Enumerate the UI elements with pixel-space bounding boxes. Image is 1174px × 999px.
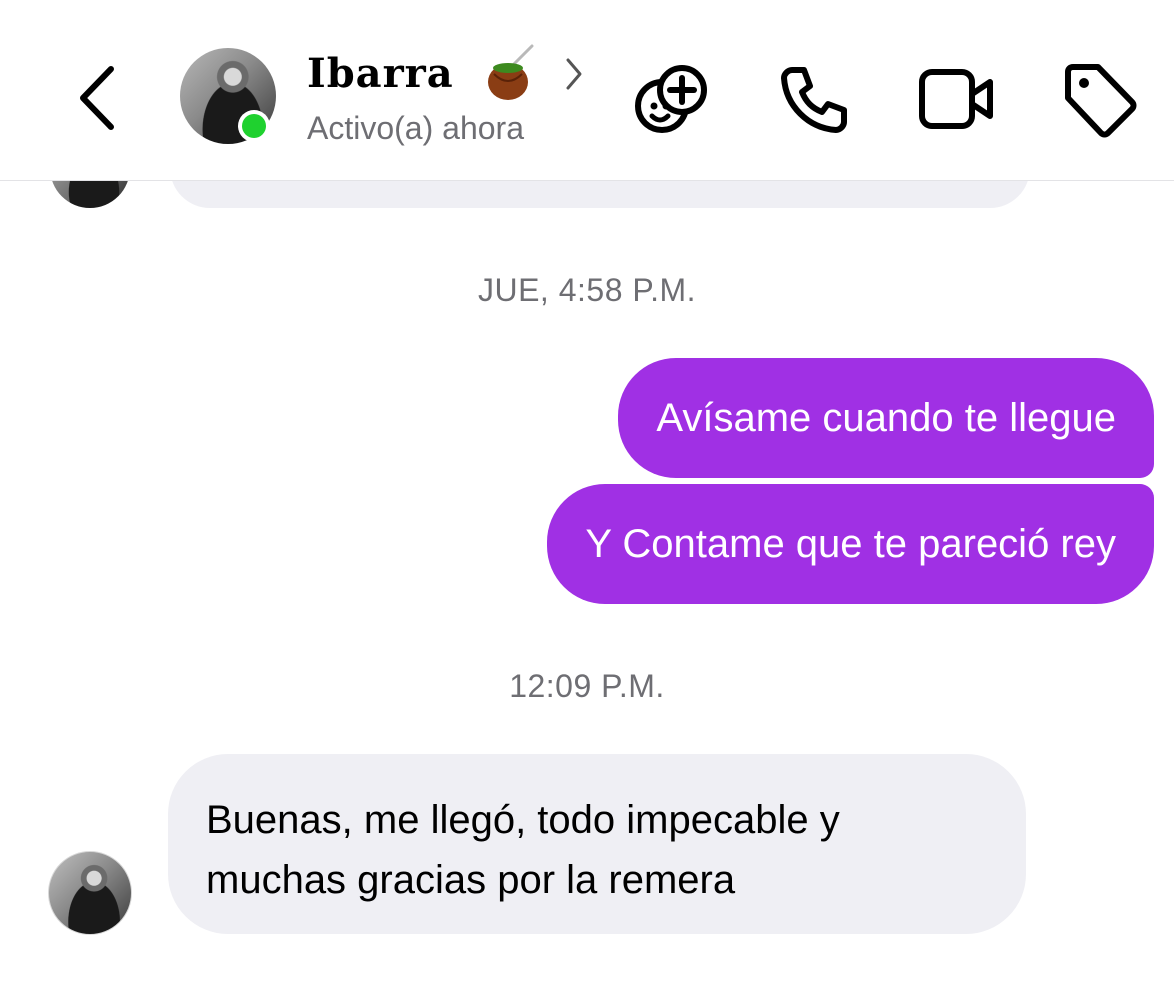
contact-name[interactable]: Ibarra [307,50,454,97]
phone-icon [781,67,847,133]
timestamp: JUE, 4:58 P.M. [477,272,697,308]
outgoing-message[interactable]: Y Contame que te pareció rey [547,484,1154,604]
call-button[interactable] [774,60,854,140]
chevron-right-icon[interactable] [562,56,586,92]
online-dot [242,114,266,138]
add-effects-icon [635,65,707,133]
chevron-left-icon [80,66,114,130]
online-indicator [238,110,270,142]
outgoing-message[interactable]: Avísame cuando te llegue [618,358,1154,478]
back-button[interactable] [62,58,132,138]
active-status: Activo(a) ahora [307,110,524,146]
mate-gourd-emoji [488,44,534,100]
conversation-header: Ibarra Activo(a) ahora [0,0,1174,181]
tag-button[interactable] [1060,60,1140,140]
tag-icon [1065,64,1137,138]
incoming-message-line: Buenas, me llegó, todo impecable y [206,798,840,842]
video-camera-icon [919,69,993,129]
incoming-message-line: muchas gracias por la remera [206,858,736,902]
timestamp: 12:09 P.M. [509,668,665,704]
incoming-message[interactable]: Buenas, me llegó, todo impecable y mucha… [168,754,1026,934]
video-call-button[interactable] [916,60,996,140]
effects-button[interactable] [632,60,712,140]
contact-avatar-small[interactable] [48,851,132,935]
